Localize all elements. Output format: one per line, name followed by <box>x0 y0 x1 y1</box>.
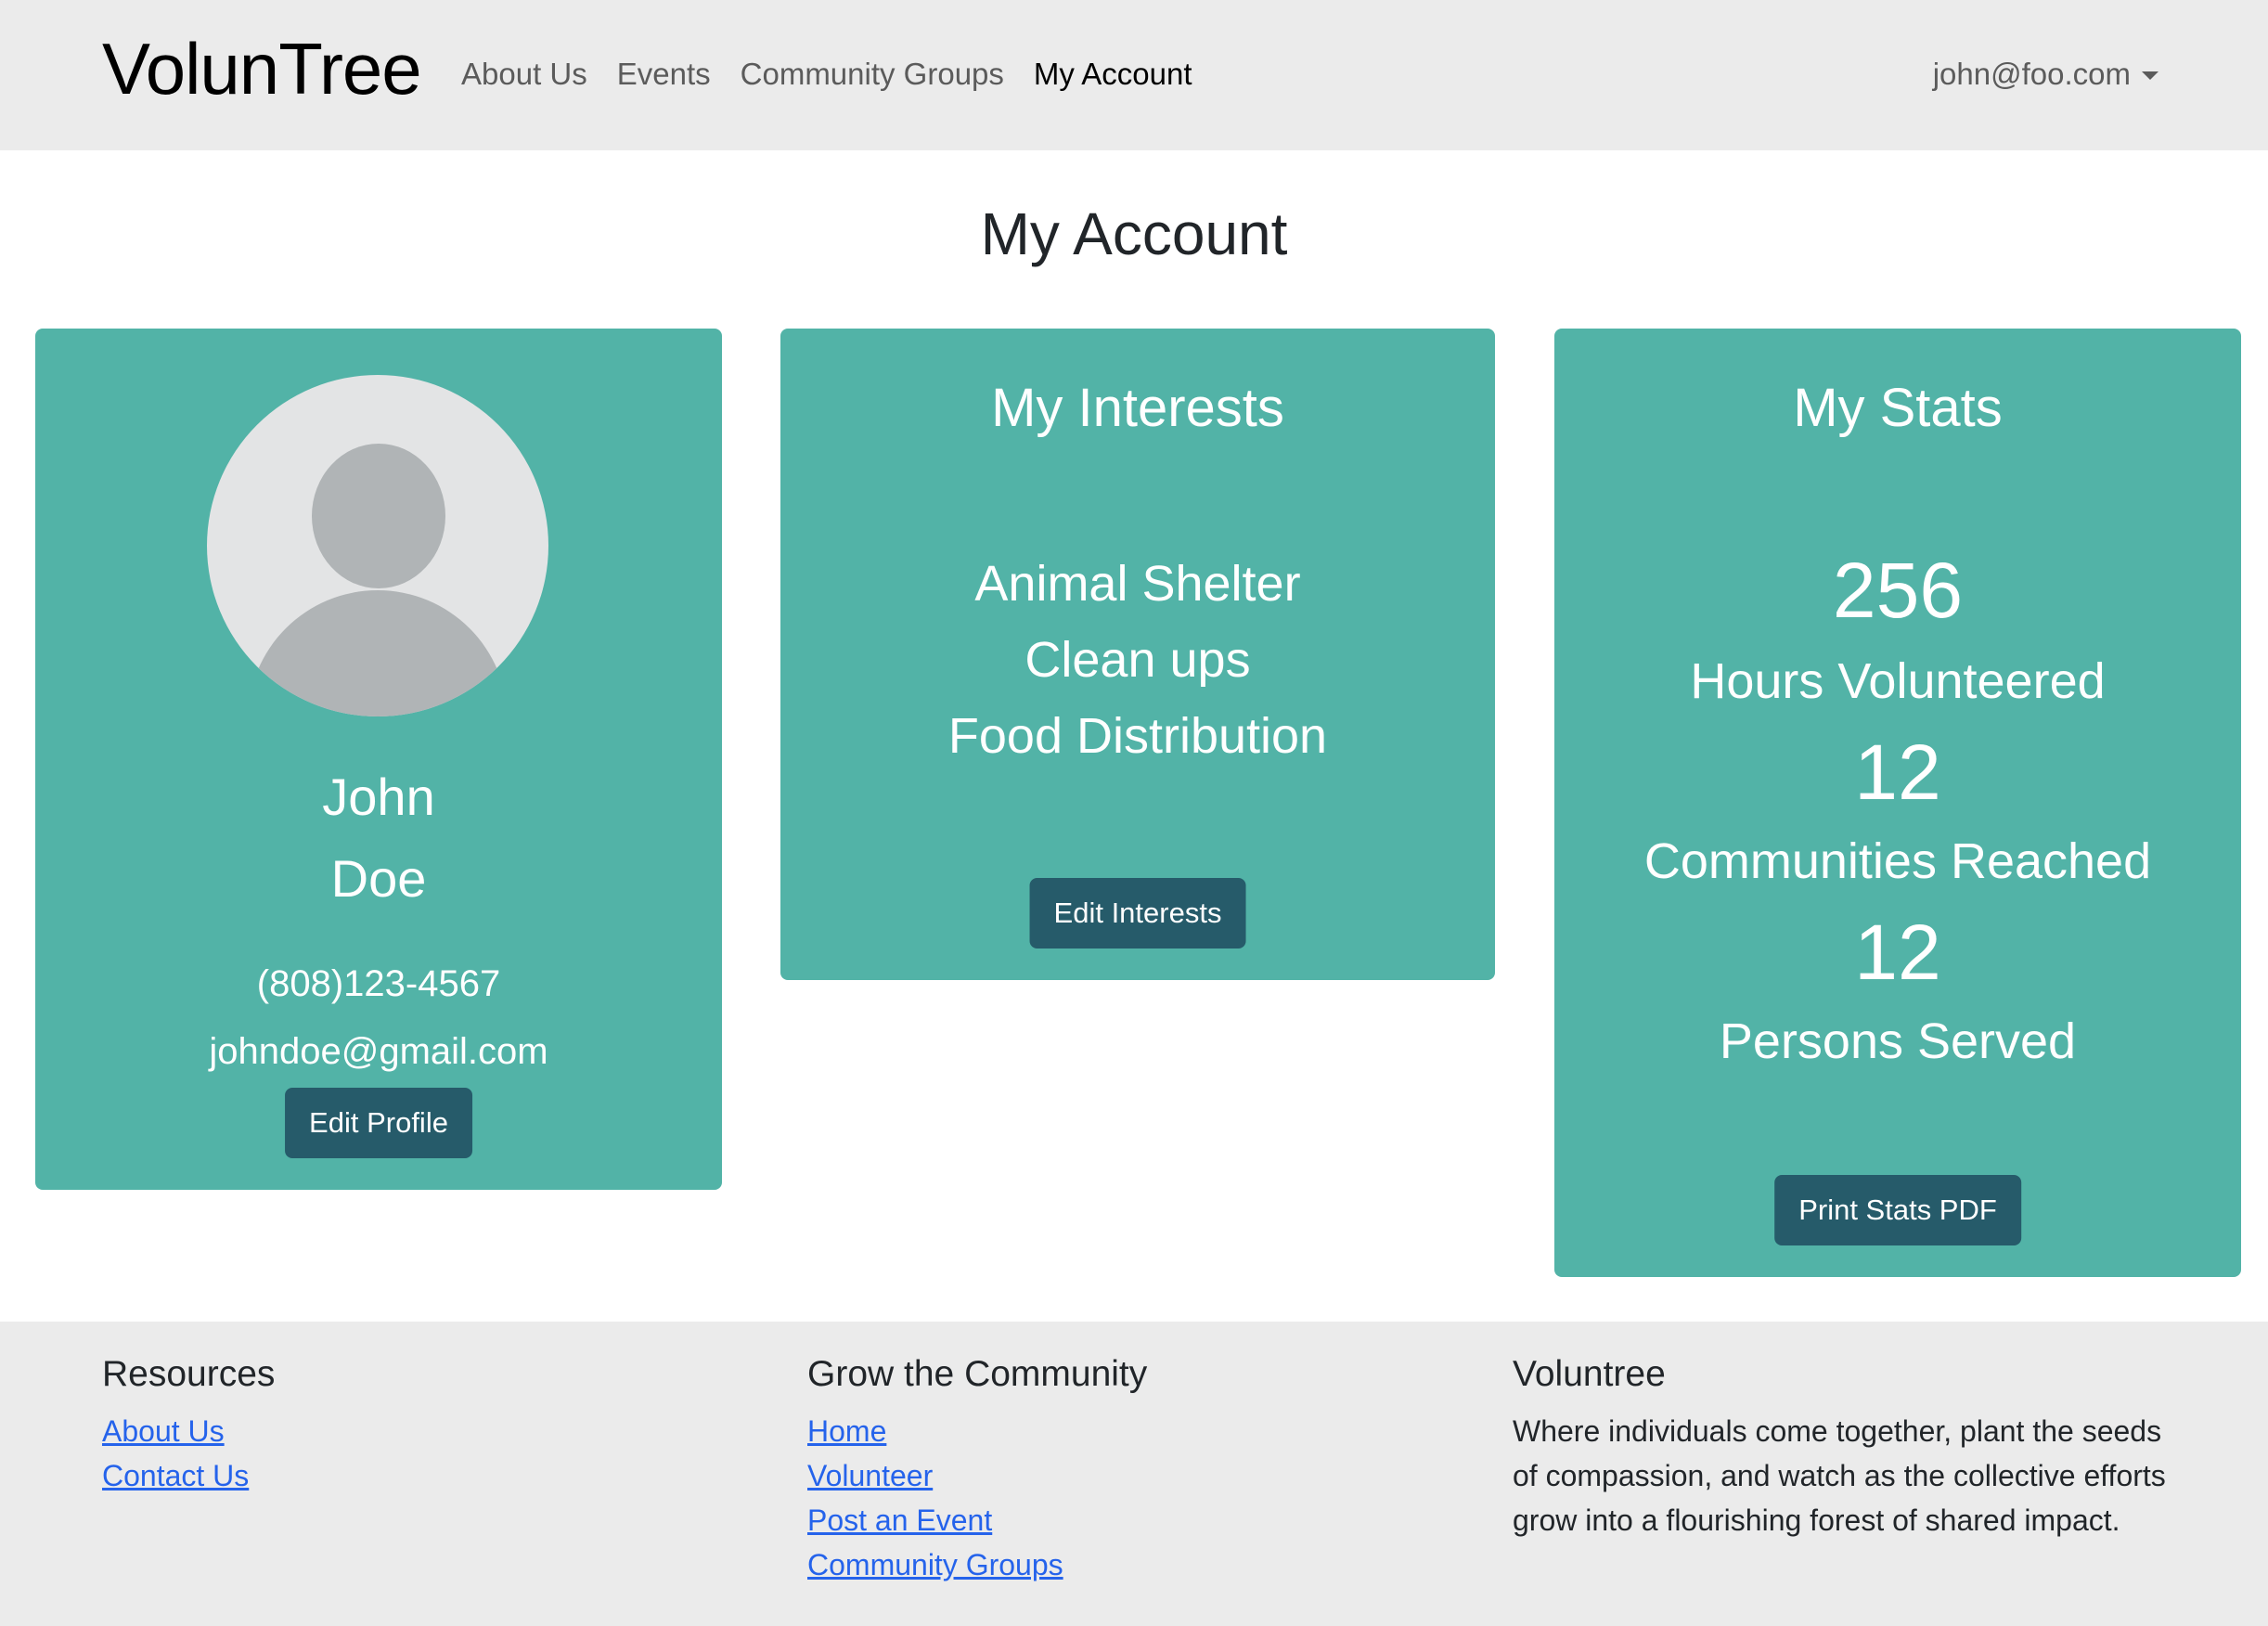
interest-item: Food Distribution <box>947 708 1328 764</box>
footer-resources: Resources About Us Contact Us <box>102 1349 275 1498</box>
print-stats-pdf-button[interactable]: Print Stats PDF <box>1774 1175 2021 1245</box>
user-email: john@foo.com <box>1932 57 2131 91</box>
nav-links: About Us Events Community Groups My Acco… <box>461 54 1192 95</box>
brand-logo[interactable]: VolunTree <box>102 24 422 113</box>
user-menu-dropdown[interactable]: john@foo.com <box>1933 54 2158 95</box>
stat-communities-value: 12 <box>1854 729 1941 816</box>
footer-grow-heading: Grow the Community <box>807 1354 1148 1394</box>
stat-hours-value: 256 <box>1832 547 1964 634</box>
footer-link-community-groups[interactable]: Community Groups <box>807 1542 1147 1587</box>
profile-card: John Doe (808)123-4567 johndoe@gmail.com… <box>35 329 722 1190</box>
profile-phone: (808)123-4567 <box>256 963 501 1004</box>
footer-link-post-event[interactable]: Post an Event <box>807 1498 1147 1542</box>
footer: Resources About Us Contact Us Grow the C… <box>0 1322 2268 1626</box>
caret-down-icon <box>2142 71 2158 80</box>
nav-link-about-us[interactable]: About Us <box>461 54 587 95</box>
footer-link-volunteer[interactable]: Volunteer <box>807 1453 1147 1498</box>
avatar-body <box>248 590 508 716</box>
footer-about-heading: Voluntree <box>1513 1354 1666 1394</box>
stat-persons-label: Persons Served <box>1719 1013 2077 1069</box>
footer-link-home[interactable]: Home <box>807 1409 1147 1453</box>
footer-link-about-us[interactable]: About Us <box>102 1409 275 1453</box>
footer-link-contact-us[interactable]: Contact Us <box>102 1453 275 1498</box>
interest-item: Animal Shelter <box>974 556 1301 612</box>
interests-card: My Interests Animal Shelter Clean ups Fo… <box>780 329 1495 980</box>
nav-link-events[interactable]: Events <box>617 54 711 95</box>
stat-hours-label: Hours Volunteered <box>1690 653 2106 709</box>
footer-grow: Grow the Community Home Volunteer Post a… <box>807 1349 1147 1587</box>
footer-about-text: Where individuals come together, plant t… <box>1513 1414 2166 1537</box>
avatar-icon <box>207 375 548 716</box>
footer-about: Voluntree Where individuals come togethe… <box>1513 1349 2181 1542</box>
footer-resources-heading: Resources <box>102 1354 276 1394</box>
profile-email: johndoe@gmail.com <box>209 1031 548 1072</box>
interests-title: My Interests <box>991 378 1284 438</box>
edit-profile-button[interactable]: Edit Profile <box>285 1088 472 1158</box>
interests-list: Animal Shelter Clean ups Food Distributi… <box>780 546 1495 774</box>
navbar: VolunTree About Us Events Community Grou… <box>0 0 2268 150</box>
stat-communities-label: Communities Reached <box>1643 833 2152 889</box>
nav-link-community-groups[interactable]: Community Groups <box>741 54 1004 95</box>
nav-link-my-account[interactable]: My Account <box>1034 54 1192 95</box>
profile-first-name: John <box>322 768 435 826</box>
page-title: My Account <box>980 200 1288 267</box>
interest-item: Clean ups <box>1024 632 1251 688</box>
stats-card: My Stats 256 Hours Volunteered 12 Commun… <box>1554 329 2241 1277</box>
avatar-head <box>312 444 445 588</box>
stat-persons-value: 12 <box>1854 909 1941 996</box>
profile-last-name: Doe <box>330 849 427 908</box>
stats-title: My Stats <box>1793 378 2003 438</box>
edit-interests-button[interactable]: Edit Interests <box>1029 878 1246 948</box>
